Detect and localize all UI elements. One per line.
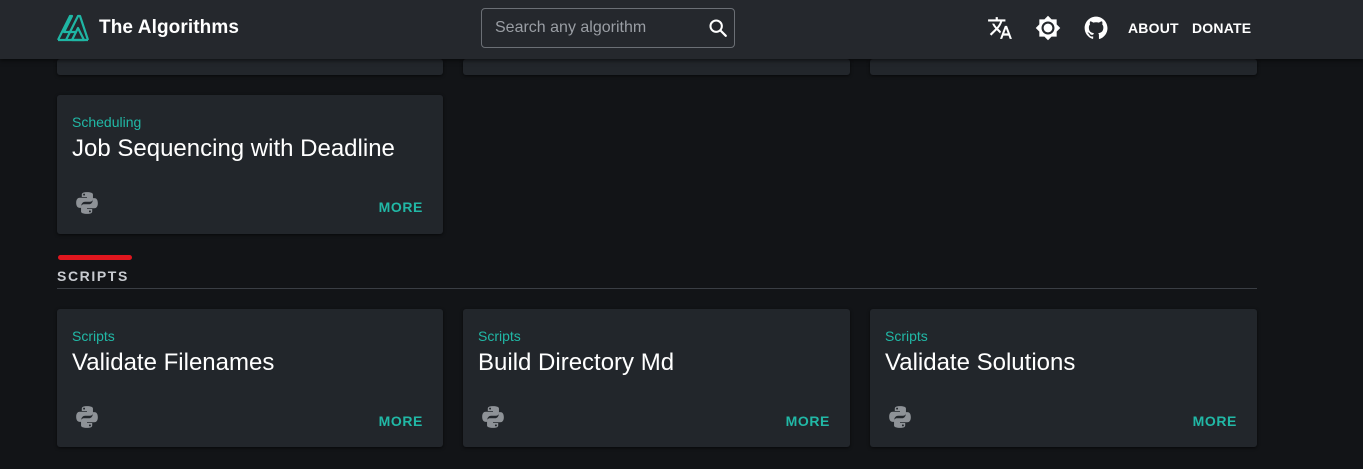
python-icon[interactable] xyxy=(74,190,100,216)
card-title: Build Directory Md xyxy=(478,349,675,376)
card-more-button[interactable]: MORE xyxy=(1193,413,1237,429)
brand-title: The Algorithms xyxy=(99,17,240,38)
python-icon[interactable] xyxy=(887,404,913,430)
about-link[interactable]: ABOUT xyxy=(1128,20,1179,36)
algorithm-card-validate-filenames[interactable]: Scripts Validate Filenames MORE xyxy=(57,309,443,447)
donate-link[interactable]: DONATE xyxy=(1192,20,1251,36)
theme-brightness-icon xyxy=(1035,15,1061,41)
brand-link[interactable]: The Algorithms xyxy=(56,14,239,42)
search-input[interactable] xyxy=(482,9,702,47)
card-more-button[interactable]: MORE xyxy=(379,413,423,429)
card-title: Job Sequencing with Deadline xyxy=(72,135,395,162)
algorithm-card-job-sequencing[interactable]: Scheduling Job Sequencing with Deadline … xyxy=(57,95,443,234)
card-category-link[interactable]: Scripts xyxy=(72,328,115,344)
card-title: Validate Filenames xyxy=(72,349,275,376)
section-title-scripts: SCRIPTS xyxy=(57,268,129,284)
algorithms-logo-icon xyxy=(57,14,90,42)
search-box xyxy=(481,8,735,48)
algorithm-card-partial[interactable] xyxy=(870,59,1257,75)
section-accent-bar xyxy=(58,255,132,260)
algorithm-card-validate-solutions[interactable]: Scripts Validate Solutions MORE xyxy=(870,309,1257,447)
translate-icon xyxy=(988,17,1012,39)
card-category-link[interactable]: Scripts xyxy=(478,328,521,344)
python-icon[interactable] xyxy=(74,404,100,430)
search-button[interactable] xyxy=(702,9,734,47)
translate-button[interactable] xyxy=(986,14,1014,42)
section-divider xyxy=(57,288,1257,289)
card-category-link[interactable]: Scripts xyxy=(885,328,928,344)
card-more-button[interactable]: MORE xyxy=(786,413,830,429)
algorithm-card-build-directory-md[interactable]: Scripts Build Directory Md MORE xyxy=(463,309,850,447)
theme-toggle-button[interactable] xyxy=(1034,14,1062,42)
card-title: Validate Solutions xyxy=(885,349,1076,376)
search-icon xyxy=(709,19,727,37)
python-icon[interactable] xyxy=(480,404,506,430)
algorithm-card-partial[interactable] xyxy=(57,59,443,75)
algorithm-card-partial[interactable] xyxy=(463,59,850,75)
card-more-button[interactable]: MORE xyxy=(379,199,423,215)
app-header: The Algorithms ABOUT DONATE xyxy=(0,0,1363,59)
github-icon xyxy=(1084,16,1108,39)
github-button[interactable] xyxy=(1082,14,1110,42)
card-category-link[interactable]: Scheduling xyxy=(72,114,141,130)
